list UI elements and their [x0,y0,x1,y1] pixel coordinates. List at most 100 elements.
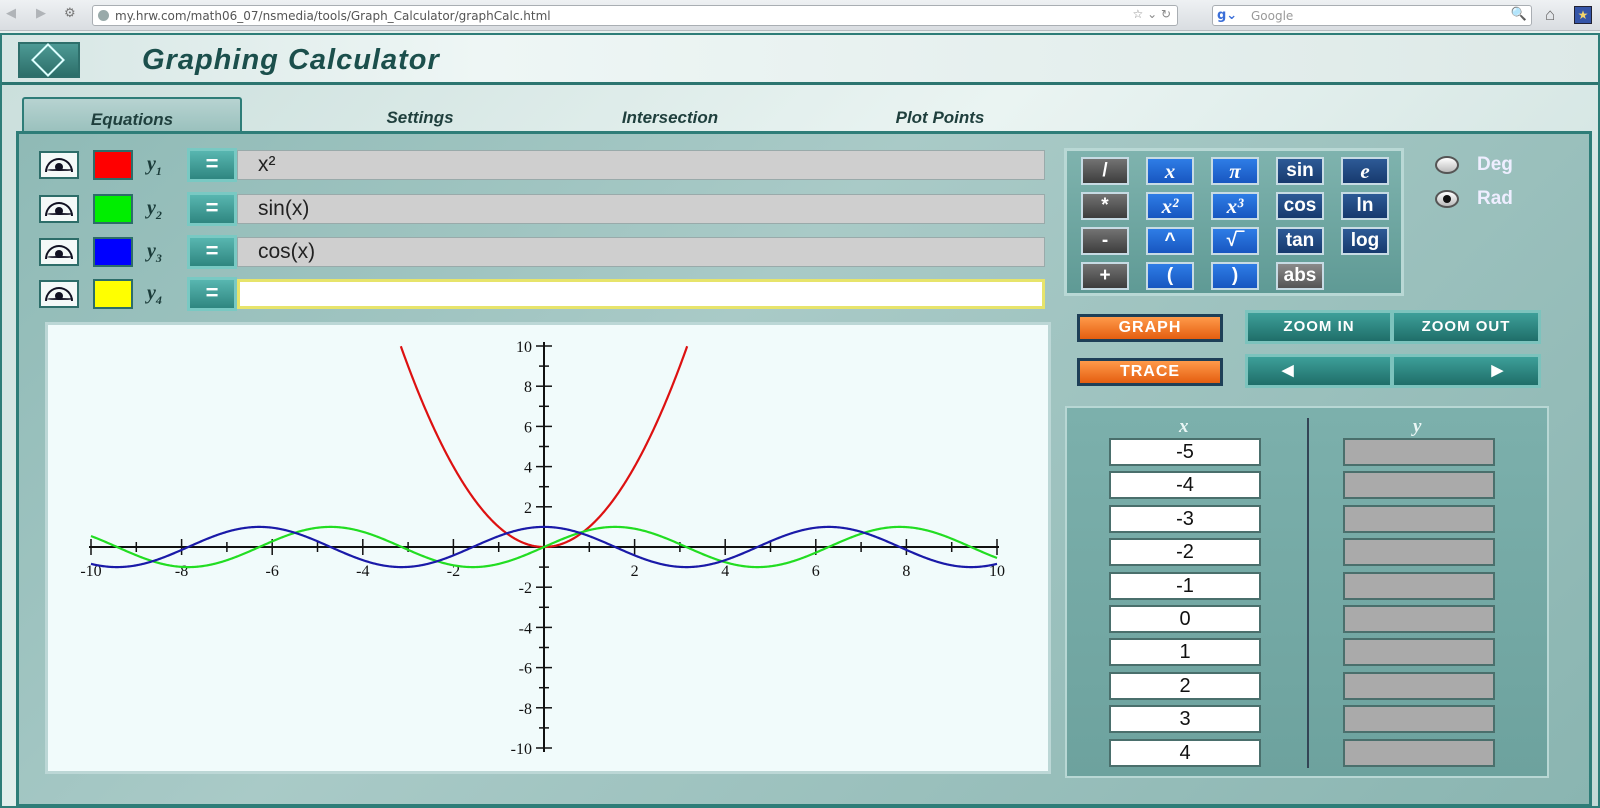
key-e-button[interactable]: e [1341,157,1389,185]
forward-icon[interactable]: ▶ [36,6,46,21]
search-placeholder: Google [1251,9,1294,23]
x-value-cell[interactable]: 0 [1109,605,1261,633]
y-tick-label: -4 [519,620,532,637]
y-value-cell [1343,571,1495,600]
x-column-header: x [1179,416,1189,437]
y-tick-label: -2 [519,580,532,597]
equation-row-y3: y3 = cos(x) [37,235,1047,269]
eye-icon[interactable] [39,195,79,223]
url-text: my.hrw.com/math06_07/nsmedia/tools/Graph… [115,9,551,23]
color-swatch-y3[interactable] [93,237,133,267]
bookmark-icon[interactable]: ★ [1574,6,1592,24]
equation-row-y2: y2 = sin(x) [37,192,1047,226]
x-value-cell[interactable]: -1 [1109,571,1261,600]
x-value-cell[interactable]: -4 [1109,471,1261,500]
tab-plot-points[interactable]: Plot Points [830,97,1050,135]
key-pi-button[interactable]: π [1211,157,1259,185]
equals-button-y2[interactable]: = [187,192,237,226]
key-x-squared-button[interactable]: x² [1146,192,1194,220]
key-x-button[interactable]: x [1146,157,1194,185]
y-value-cell [1343,738,1495,767]
x-value-cell[interactable]: -5 [1109,438,1261,466]
y3-label: y3 [147,240,162,265]
y-value-cell [1343,538,1495,567]
y-value-cell [1343,705,1495,734]
equation-row-y4: y4 = [37,277,1047,311]
key-log-button[interactable]: log [1341,227,1389,255]
key-abs-button[interactable]: abs [1276,262,1324,290]
key-open-paren-button[interactable]: ( [1146,262,1194,290]
key-sqrt-button[interactable]: √‾ [1211,227,1259,255]
x-value-cell[interactable]: -2 [1109,538,1261,567]
graph-button[interactable]: GRAPH [1077,314,1223,342]
tab-settings[interactable]: Settings [310,97,530,135]
trace-right-button[interactable]: ▶ [1391,354,1541,388]
title-bar: Graphing Calculator [2,35,1598,85]
equals-button-y1[interactable]: = [187,148,237,182]
tab-intersection[interactable]: Intersection [560,97,780,135]
key-cos-button[interactable]: cos [1276,192,1324,220]
key-divide-button[interactable]: / [1081,157,1129,185]
equals-button-y3[interactable]: = [187,235,237,269]
y4-label: y4 [147,282,162,307]
search-icon[interactable]: 🔍 [1511,7,1527,22]
value-table: x y -5 -4 -3 -2 -1 0 1 2 3 4 [1065,406,1549,778]
equation-row-y1: y1 = x² [37,148,1047,182]
zoom-in-button[interactable]: ZOOM IN [1245,310,1393,344]
x-value-cell[interactable]: -3 [1109,504,1261,533]
graphing-calculator-app: Graphing Calculator Equations Settings I… [0,33,1600,808]
y-tick-label: 8 [524,379,532,396]
tab-bar: Equations Settings Intersection Plot Poi… [20,97,1590,135]
x-tick-label: 6 [812,563,820,580]
key-ln-button[interactable]: ln [1341,192,1389,220]
equals-button-y4[interactable]: = [187,277,237,311]
key-close-paren-button[interactable]: ) [1211,262,1259,290]
color-swatch-y2[interactable] [93,194,133,224]
rad-radio-dot[interactable] [1435,190,1459,208]
key-multiply-button[interactable]: * [1081,192,1129,220]
y-tick-label: -6 [519,661,532,678]
key-tan-button[interactable]: tan [1276,227,1324,255]
x-value-cell[interactable]: 4 [1109,738,1261,767]
trace-left-button[interactable]: ◀ [1245,354,1393,388]
graph-area[interactable]: -10 -8 -6 -4 -2 2 4 6 8 10 10 8 6 4 2 -2 -4 -6 -8 -10 [45,322,1051,774]
key-power-button[interactable]: ^ [1146,227,1194,255]
x-tick-label: 2 [631,563,639,580]
color-swatch-y4[interactable] [93,279,133,309]
key-plus-button[interactable]: + [1081,262,1129,290]
y-value-cell [1343,438,1495,466]
equation-input-y1[interactable]: x² [237,150,1045,180]
tools-icon[interactable]: ⚙ [64,6,76,21]
eye-icon[interactable] [39,280,79,308]
deg-radio-dot[interactable] [1435,156,1459,174]
x-tick-label: 4 [721,563,729,580]
eye-icon[interactable] [39,151,79,179]
color-swatch-y1[interactable] [93,150,133,180]
equation-input-y3[interactable]: cos(x) [237,237,1045,267]
x-value-cell[interactable]: 3 [1109,705,1261,734]
key-minus-button[interactable]: - [1081,227,1129,255]
zoom-out-button[interactable]: ZOOM OUT [1391,310,1541,344]
column-divider [1307,418,1309,768]
home-icon[interactable]: ⌂ [1545,5,1555,25]
search-input[interactable]: g⌄ Google 🔍 [1212,5,1532,26]
url-bar[interactable]: my.hrw.com/math06_07/nsmedia/tools/Graph… [92,5,1178,26]
trace-button[interactable]: TRACE [1077,358,1223,386]
equation-input-y2[interactable]: sin(x) [237,194,1045,224]
key-x-cubed-button[interactable]: x³ [1211,192,1259,220]
y-value-cell [1343,605,1495,633]
tab-equations[interactable]: Equations [22,97,242,135]
eye-icon[interactable] [39,238,79,266]
browser-toolbar: ◀ ▶ ⚙ my.hrw.com/math06_07/nsmedia/tools… [0,0,1600,31]
x-value-cell[interactable]: 1 [1109,638,1261,667]
y-tick-label: 10 [516,339,532,356]
y-value-cell [1343,471,1495,500]
key-sin-button[interactable]: sin [1276,157,1324,185]
back-icon[interactable]: ◀ [6,6,16,21]
equation-input-y4[interactable] [237,279,1045,309]
keypad: / x π sin e * x² x³ cos ln - ^ √‾ tan log + () abs [1064,148,1404,296]
reload-icon[interactable]: ☆ ⌄ ↻ [1133,7,1172,21]
app-title: Graphing Calculator [142,44,440,76]
x-value-cell[interactable]: 2 [1109,671,1261,700]
y-value-cell [1343,638,1495,667]
